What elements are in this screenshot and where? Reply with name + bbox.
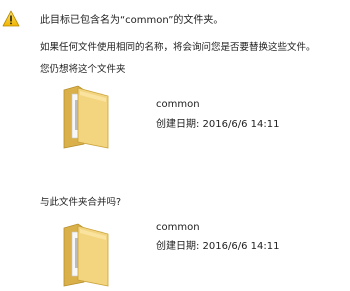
target-folder-name: common [156, 222, 200, 233]
source-folder-date: 创建日期: 2016/6/6 14:11 [156, 119, 280, 130]
warning-icon [2, 10, 20, 28]
target-folder-item[interactable] [58, 220, 116, 288]
source-folder-name: common [156, 99, 200, 110]
folder-icon [58, 223, 116, 291]
source-folder-item[interactable] [58, 82, 116, 150]
merge-prompt: 与此文件夹合并吗? [40, 197, 122, 208]
info-message: 如果任何文件使用相同的名称，将会询问您是否要替换这些文件。 [40, 42, 316, 53]
target-folder-date: 创建日期: 2016/6/6 14:11 [156, 241, 280, 252]
folder-icon [58, 85, 116, 153]
header-message: 此目标已包含名为“common”的文件夹。 [40, 15, 224, 26]
keep-prompt: 您仍想将这个文件夹 [40, 64, 126, 75]
